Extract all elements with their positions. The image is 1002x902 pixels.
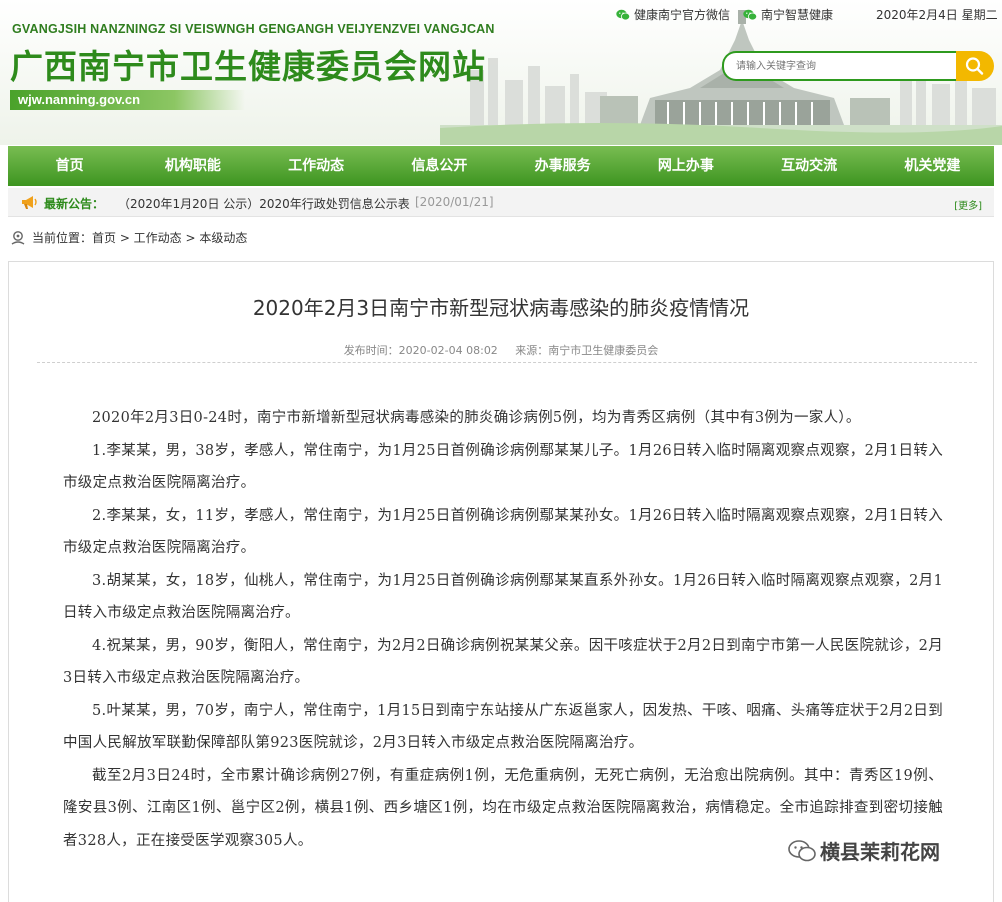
nav-item-info-disclosure[interactable]: 信息公开 — [378, 146, 501, 186]
site-pinyin-title: GVANGJSIH NANZNINGZ SI VEISWNGH GENGANGH… — [12, 22, 495, 36]
site-header: GVANGJSIH NANZNINGZ SI VEISWNGH GENGANGH… — [0, 0, 1002, 145]
search-icon — [965, 57, 984, 75]
wechat-link-label: 南宁智慧健康 — [761, 8, 834, 22]
article-paragraph: 2020年2月3日0-24时，南宁市新增新型冠状病毒感染的肺炎确诊病例5例，均为… — [92, 410, 861, 426]
article-paragraph: 4.祝某某，男，90岁，衡阳人，常住南宁，为2月2日确诊病例祝某某父亲。因干咳症… — [63, 637, 943, 687]
nav-item-online-services[interactable]: 网上办事 — [624, 146, 747, 186]
notice-link[interactable]: （2020年1月20日 公示）2020年行政处罚信息公示表 — [118, 195, 410, 212]
wechat-icon — [788, 839, 816, 861]
divider — [37, 362, 977, 363]
article-container: 2020年2月3日南宁市新型冠状病毒感染的肺炎疫情情况 发布时间：2020-02… — [8, 261, 994, 902]
notice-label: 最新公告： — [44, 197, 105, 211]
nav-item-home[interactable]: 首页 — [8, 146, 131, 186]
nav-item-party-building[interactable]: 机关党建 — [871, 146, 994, 186]
breadcrumb: 当前位置：首页 > 工作动态 > 本级动态 — [10, 229, 247, 246]
main-nav: 首页 机构职能 工作动态 信息公开 办事服务 网上办事 互动交流 机关党建 — [8, 146, 994, 186]
breadcrumb-text[interactable]: 当前位置：首页 > 工作动态 > 本级动态 — [32, 229, 247, 246]
site-domain: wjw.nanning.gov.cn — [18, 92, 141, 107]
domain-bar: wjw.nanning.gov.cn — [10, 90, 245, 110]
article-paragraph: 5.叶某某，男，70岁，南宁人，常住南宁，1月15日到南宁东站接从广东返邕家人，… — [63, 702, 943, 752]
latest-notice-bar: 最新公告： （2020年1月20日 公示）2020年行政处罚信息公示表 [202… — [8, 188, 994, 217]
notice-date: [2020/01/21] — [415, 195, 494, 209]
wechat-link-smart-health[interactable]: 南宁智慧健康 — [743, 6, 833, 23]
wechat-icon — [743, 9, 757, 20]
article-paragraph: 1.李某某，男，38岁，孝感人，常住南宁，为1月25日首例确诊病例鄢某某儿子。1… — [63, 442, 943, 492]
current-date: 2020年2月4日 星期二 — [876, 8, 998, 22]
megaphone-icon — [22, 196, 37, 209]
search-input[interactable] — [722, 51, 968, 81]
nav-item-interaction[interactable]: 互动交流 — [748, 146, 871, 186]
nav-item-functions[interactable]: 机构职能 — [131, 146, 254, 186]
site-title: 广西南宁市卫生健康委员会网站 — [10, 47, 486, 86]
search-box — [722, 51, 994, 81]
wechat-link-label: 健康南宁官方微信 — [634, 8, 731, 22]
article-meta: 发布时间：2020-02-04 08:02 来源：南宁市卫生健康委员会 — [343, 344, 659, 357]
watermark: 横县茉莉花网 — [788, 836, 940, 865]
nav-item-services[interactable]: 办事服务 — [501, 146, 624, 186]
nav-item-work-news[interactable]: 工作动态 — [255, 146, 378, 186]
wechat-link-health-nanning[interactable]: 健康南宁官方微信 — [616, 6, 730, 23]
article-body: 2020年2月3日0-24时，南宁市新增新型冠状病毒感染的肺炎确诊病例5例，均为… — [63, 402, 943, 857]
search-button[interactable] — [956, 51, 994, 81]
article-title: 2020年2月3日南宁市新型冠状病毒感染的肺炎疫情情况 — [252, 296, 750, 320]
more-link[interactable]: [更多] — [954, 197, 982, 212]
wechat-icon — [616, 9, 630, 20]
watermark-text: 横县茉莉花网 — [820, 840, 940, 864]
location-icon — [11, 230, 25, 245]
article-paragraph: 2.李某某，女，11岁，孝感人，常住南宁，为1月25日首例确诊病例鄢某某孙女。1… — [63, 507, 943, 557]
article-paragraph: 3.胡某某，女，18岁，仙桃人，常住南宁，为1月25日首例确诊病例鄢某某直系外孙… — [63, 572, 943, 622]
